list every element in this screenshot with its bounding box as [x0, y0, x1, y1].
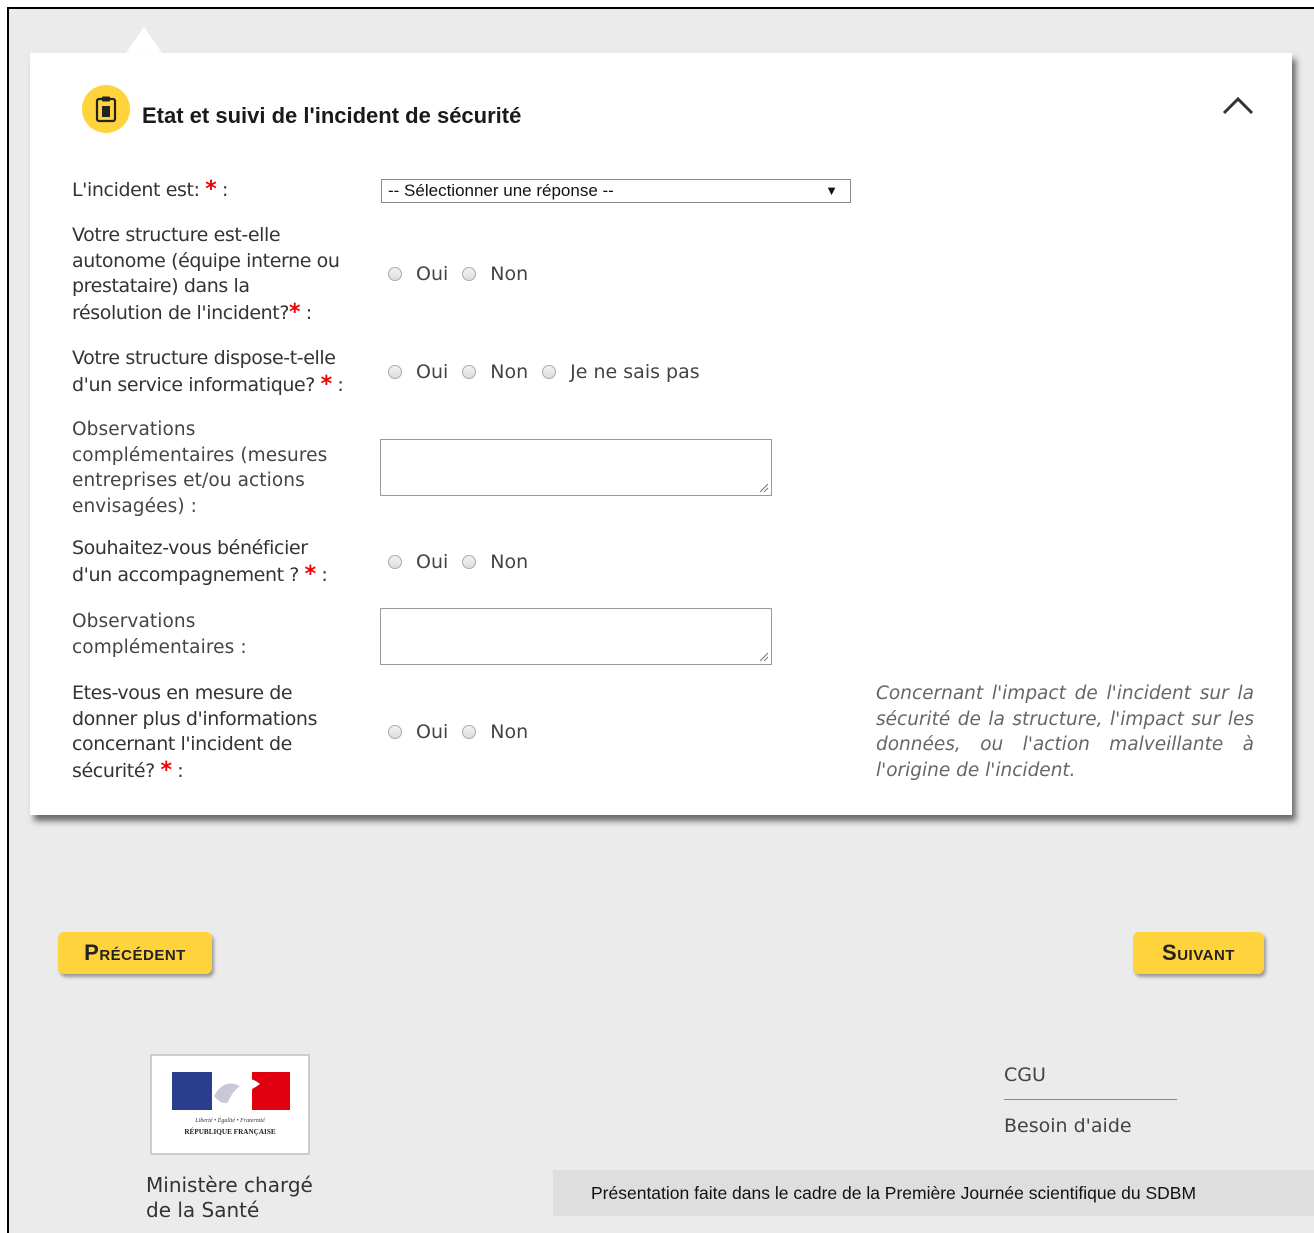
presentation-caption: Présentation faite dans le cadre de la P…	[553, 1170, 1314, 1216]
cgu-link[interactable]: CGU	[1004, 1064, 1046, 1086]
more-info-radio-group: Oui Non	[388, 721, 542, 743]
republique-francaise-logo: Liberté • Égalité • Fraternité RÉPUBLIQU…	[150, 1054, 310, 1155]
it-service-question-label: Votre structure dispose-t-elle d'un serv…	[72, 347, 344, 397]
resize-grip-icon[interactable]	[757, 481, 769, 493]
incident-status-select[interactable]: -- Sélectionner une réponse -- ▼	[381, 179, 851, 203]
dropdown-arrow-icon: ▼	[825, 183, 838, 198]
form-section-card: Etat et suivi de l'incident de sécurité …	[30, 53, 1292, 815]
required-marker: *	[205, 177, 217, 202]
more-info-oui-radio[interactable]	[388, 725, 402, 739]
observations-measures-label: Observations complémentaires (mesures en…	[72, 419, 328, 517]
autonomy-non-radio[interactable]	[462, 267, 477, 281]
footer-divider	[1004, 1099, 1177, 1100]
it-service-unknown-radio[interactable]	[542, 365, 557, 379]
clipboard-icon	[82, 85, 130, 133]
autonomy-oui-radio[interactable]	[388, 267, 402, 281]
logo-motto: Liberté • Égalité • Fraternité	[194, 1116, 265, 1124]
help-link[interactable]: Besoin d'aide	[1004, 1115, 1132, 1137]
it-service-radio-group: Oui Non Je ne sais pas	[388, 361, 714, 383]
observations-measures-textarea[interactable]	[380, 439, 772, 496]
section-title: Etat et suivi de l'incident de sécurité	[142, 103, 522, 128]
next-button[interactable]: Suivant	[1133, 932, 1264, 974]
support-radio-group: Oui Non	[388, 551, 542, 573]
observations-textarea[interactable]	[380, 608, 772, 665]
collapse-chevron-up-icon[interactable]	[1220, 91, 1256, 119]
autonomy-question-label: Votre structure est-elle autonome (équip…	[72, 224, 340, 325]
support-question-label: Souhaitez-vous bénéficier d'un accompagn…	[72, 537, 328, 587]
support-non-radio[interactable]	[462, 555, 477, 569]
more-info-non-radio[interactable]	[462, 725, 477, 739]
ministry-name: Ministère chargé de la Santé	[146, 1173, 313, 1222]
logo-name: RÉPUBLIQUE FRANÇAISE	[184, 1126, 275, 1136]
support-oui-radio[interactable]	[388, 555, 402, 569]
card-notch	[126, 27, 162, 53]
it-service-oui-radio[interactable]	[388, 365, 402, 379]
it-service-non-radio[interactable]	[462, 365, 477, 379]
resize-grip-icon[interactable]	[757, 650, 769, 662]
more-info-question-label: Etes-vous en mesure de donner plus d'inf…	[72, 682, 318, 783]
incident-status-label: L'incident est: * :	[72, 177, 228, 202]
more-info-hint: Concernant l'impact de l'incident sur la…	[876, 683, 1254, 781]
observations-label: Observations complémentaires :	[72, 611, 247, 658]
section-header: Etat et suivi de l'incident de sécurité	[82, 85, 521, 133]
autonomy-radio-group: Oui Non	[388, 263, 542, 285]
previous-button[interactable]: Précédent	[58, 932, 212, 974]
